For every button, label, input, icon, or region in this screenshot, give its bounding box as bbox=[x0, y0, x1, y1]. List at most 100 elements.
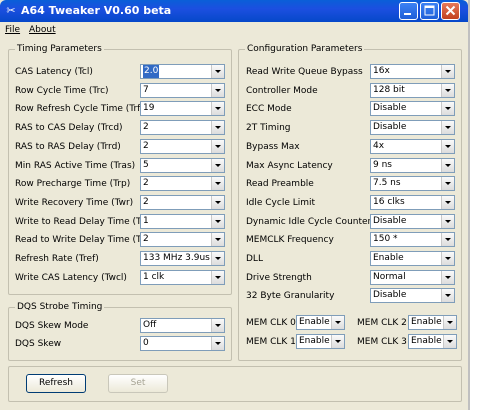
dropdown-value: Disable bbox=[373, 215, 407, 226]
bypass-max-label: Bypass Max bbox=[246, 141, 300, 152]
chevron-down-icon[interactable] bbox=[211, 214, 224, 228]
chevron-down-icon[interactable] bbox=[441, 252, 454, 265]
chevron-down-icon[interactable] bbox=[441, 233, 454, 247]
chevron-down-icon[interactable] bbox=[441, 139, 454, 153]
config-group-title: Configuration Parameters bbox=[245, 44, 365, 55]
dll-label: DLL bbox=[246, 254, 263, 264]
row-cycle-time-trc-dropdown[interactable]: 7 bbox=[140, 82, 225, 98]
write-to-read-delay-time-twtr-label: Write to Read Delay Time (Twtr) bbox=[15, 216, 159, 227]
read-write-queue-bypass-dropdown[interactable]: 16x bbox=[370, 64, 455, 79]
mem-clk-1-label: MEM CLK 1 bbox=[246, 337, 296, 347]
chevron-down-icon[interactable] bbox=[331, 335, 344, 348]
chevron-down-icon[interactable] bbox=[211, 337, 224, 350]
chevron-down-icon[interactable] bbox=[211, 177, 224, 191]
dropdown-value: Enable bbox=[411, 317, 442, 327]
write-cas-latency-twcl-dropdown[interactable]: 1 clk bbox=[140, 269, 225, 285]
chevron-down-icon[interactable] bbox=[441, 65, 454, 78]
dropdown-value: Enable bbox=[411, 336, 442, 346]
dqs-group-title: DQS Strobe Timing bbox=[15, 302, 105, 313]
set-button[interactable]: Set bbox=[108, 374, 168, 393]
dqs-strobe-group: DQS Strobe Timing bbox=[8, 302, 232, 361]
chevron-down-icon[interactable] bbox=[441, 214, 454, 228]
32-byte-granularity-dropdown[interactable]: Disable bbox=[370, 288, 455, 304]
chevron-down-icon[interactable] bbox=[443, 316, 456, 329]
ecc-mode-dropdown[interactable]: Disable bbox=[370, 101, 455, 117]
chevron-down-icon[interactable] bbox=[441, 289, 454, 303]
read-preamble-dropdown[interactable]: 7.5 ns bbox=[370, 176, 455, 192]
chevron-down-icon[interactable] bbox=[211, 195, 224, 209]
chevron-down-icon[interactable] bbox=[441, 102, 454, 116]
idle-cycle-limit-label: Idle Cycle Limit bbox=[246, 197, 316, 208]
dropdown-value: 5 bbox=[143, 159, 149, 170]
32-byte-granularity-label: 32 Byte Granularity bbox=[246, 291, 335, 302]
read-to-write-delay-time-trtw-dropdown[interactable]: 2 bbox=[140, 232, 225, 248]
dropdown-value: 1 bbox=[143, 215, 149, 226]
ras-to-cas-delay-trcd-dropdown[interactable]: 2 bbox=[140, 120, 225, 136]
dropdown-value: Normal bbox=[373, 271, 406, 282]
refresh-rate-tref-dropdown[interactable]: 133 MHz 3.9us bbox=[140, 251, 225, 266]
controller-mode-dropdown[interactable]: 128 bit bbox=[370, 82, 455, 98]
row-precharge-time-trp-label: Row Precharge Time (Trp) bbox=[15, 179, 131, 190]
menu-about[interactable]: About bbox=[29, 23, 56, 37]
dropdown-value: 128 bit bbox=[373, 84, 405, 95]
mem-clk-0-dropdown[interactable]: Enable bbox=[296, 315, 345, 330]
chevron-down-icon[interactable] bbox=[441, 158, 454, 172]
row-precharge-time-trp-dropdown[interactable]: 2 bbox=[140, 176, 225, 192]
chevron-down-icon[interactable] bbox=[211, 319, 224, 332]
mem-clk-1-dropdown[interactable]: Enable bbox=[296, 334, 345, 349]
2t-timing-label: 2T Timing bbox=[246, 123, 291, 134]
drive-strength-dropdown[interactable]: Normal bbox=[370, 269, 455, 285]
chevron-down-icon[interactable] bbox=[331, 316, 344, 329]
2t-timing-dropdown[interactable]: Disable bbox=[370, 120, 455, 136]
chevron-down-icon[interactable] bbox=[441, 121, 454, 135]
max-async-latency-dropdown[interactable]: 9 ns bbox=[370, 157, 455, 173]
dropdown-value: 2.0 bbox=[143, 65, 160, 78]
cas-latency-tcl-dropdown[interactable]: 2.0 bbox=[140, 64, 225, 79]
chevron-down-icon[interactable] bbox=[441, 177, 454, 191]
row-refresh-cycle-time-trfc-dropdown[interactable]: 19 bbox=[140, 101, 225, 117]
title-bar[interactable]: ✂ A64 Tweaker V0.60 beta bbox=[0, 0, 468, 22]
dqs-skew-mode-dropdown[interactable]: Off bbox=[140, 318, 225, 333]
dropdown-value: 2 bbox=[143, 234, 149, 245]
menu-about-label: About bbox=[29, 25, 56, 35]
menu-file[interactable]: File bbox=[5, 23, 20, 37]
minimize-icon bbox=[404, 13, 411, 15]
chevron-down-icon[interactable] bbox=[441, 270, 454, 284]
ras-to-ras-delay-trrd-dropdown[interactable]: 2 bbox=[140, 138, 225, 154]
chevron-down-icon[interactable] bbox=[211, 121, 224, 135]
write-recovery-time-twr-dropdown[interactable]: 2 bbox=[140, 194, 225, 210]
dqs-skew-label: DQS Skew bbox=[15, 339, 62, 349]
close-button[interactable] bbox=[441, 2, 460, 20]
mem-clk-2-dropdown[interactable]: Enable bbox=[408, 315, 457, 330]
refresh-button[interactable]: Refresh bbox=[26, 374, 86, 393]
minimize-button[interactable] bbox=[399, 2, 418, 20]
dynamic-idle-cycle-counter-label: Dynamic Idle Cycle Counter bbox=[246, 216, 372, 227]
dll-dropdown[interactable]: Enable bbox=[370, 251, 455, 266]
dropdown-value: 16x bbox=[373, 66, 390, 76]
idle-cycle-limit-dropdown[interactable]: 16 clks bbox=[370, 194, 455, 210]
mem-clk-3-dropdown[interactable]: Enable bbox=[408, 334, 457, 349]
chevron-down-icon[interactable] bbox=[443, 335, 456, 348]
chevron-down-icon[interactable] bbox=[211, 158, 224, 172]
chevron-down-icon[interactable] bbox=[211, 83, 224, 97]
chevron-down-icon[interactable] bbox=[211, 233, 224, 247]
dynamic-idle-cycle-counter-dropdown[interactable]: Disable bbox=[370, 213, 455, 229]
chevron-down-icon[interactable] bbox=[211, 270, 224, 284]
chevron-down-icon[interactable] bbox=[211, 102, 224, 116]
bypass-max-dropdown[interactable]: 4x bbox=[370, 138, 455, 154]
chevron-down-icon[interactable] bbox=[211, 65, 224, 78]
write-cas-latency-twcl-label: Write CAS Latency (Twcl) bbox=[15, 272, 127, 283]
dropdown-value: 7 bbox=[143, 84, 149, 95]
menu-file-label: File bbox=[5, 25, 21, 35]
dqs-skew-dropdown[interactable]: 0 bbox=[140, 336, 225, 351]
dropdown-value: Disable bbox=[373, 290, 407, 301]
min-ras-active-time-tras-dropdown[interactable]: 5 bbox=[140, 157, 225, 173]
maximize-button[interactable] bbox=[420, 2, 439, 20]
chevron-down-icon[interactable] bbox=[441, 83, 454, 97]
chevron-down-icon[interactable] bbox=[441, 195, 454, 209]
chevron-down-icon[interactable] bbox=[211, 139, 224, 153]
memclk-frequency-dropdown[interactable]: 150 * bbox=[370, 232, 455, 248]
controller-mode-label: Controller Mode bbox=[246, 85, 318, 96]
chevron-down-icon[interactable] bbox=[211, 252, 224, 265]
write-to-read-delay-time-twtr-dropdown[interactable]: 1 bbox=[140, 213, 225, 229]
